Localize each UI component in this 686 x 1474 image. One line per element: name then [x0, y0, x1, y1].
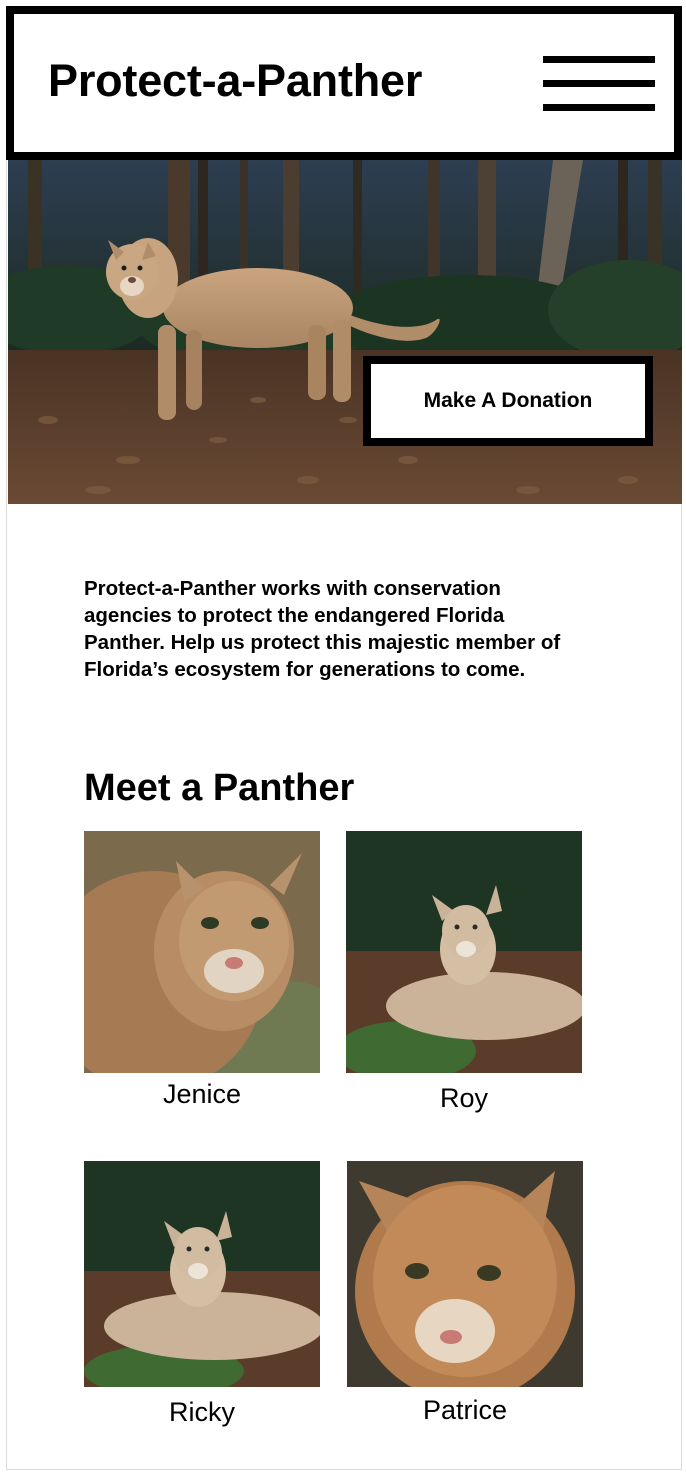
intro-paragraph: Protect-a-Panther works with conservatio… [84, 577, 561, 681]
panther-name: Patrice [422, 1395, 508, 1425]
site-title[interactable]: Protect-a-Panther [48, 58, 422, 103]
panther-card-roy[interactable]: Roy [346, 831, 582, 1112]
panther-name: Roy [439, 1083, 488, 1113]
panther-photo [84, 831, 320, 1073]
menu-bar [543, 80, 655, 87]
panther-photo [346, 831, 582, 1073]
panther-name: Jenice [162, 1079, 242, 1109]
panther-card-ricky[interactable]: Ricky [84, 1161, 320, 1426]
panther-name: Ricky [169, 1397, 235, 1427]
panther-photo [347, 1161, 583, 1403]
site-header: Protect-a-Panther [6, 6, 682, 160]
menu-bar [543, 56, 655, 63]
hamburger-menu-icon[interactable] [543, 56, 655, 112]
panther-photo [84, 1161, 320, 1403]
menu-bar [543, 104, 655, 111]
section-title: Meet a Panther [84, 767, 355, 809]
hero-image [8, 160, 682, 504]
panther-forest-illustration [8, 160, 682, 504]
donate-button[interactable]: Make A Donation [363, 356, 653, 446]
panther-card-jenice[interactable]: Jenice [84, 831, 320, 1108]
panther-card-patrice[interactable]: Patrice [347, 1161, 583, 1424]
